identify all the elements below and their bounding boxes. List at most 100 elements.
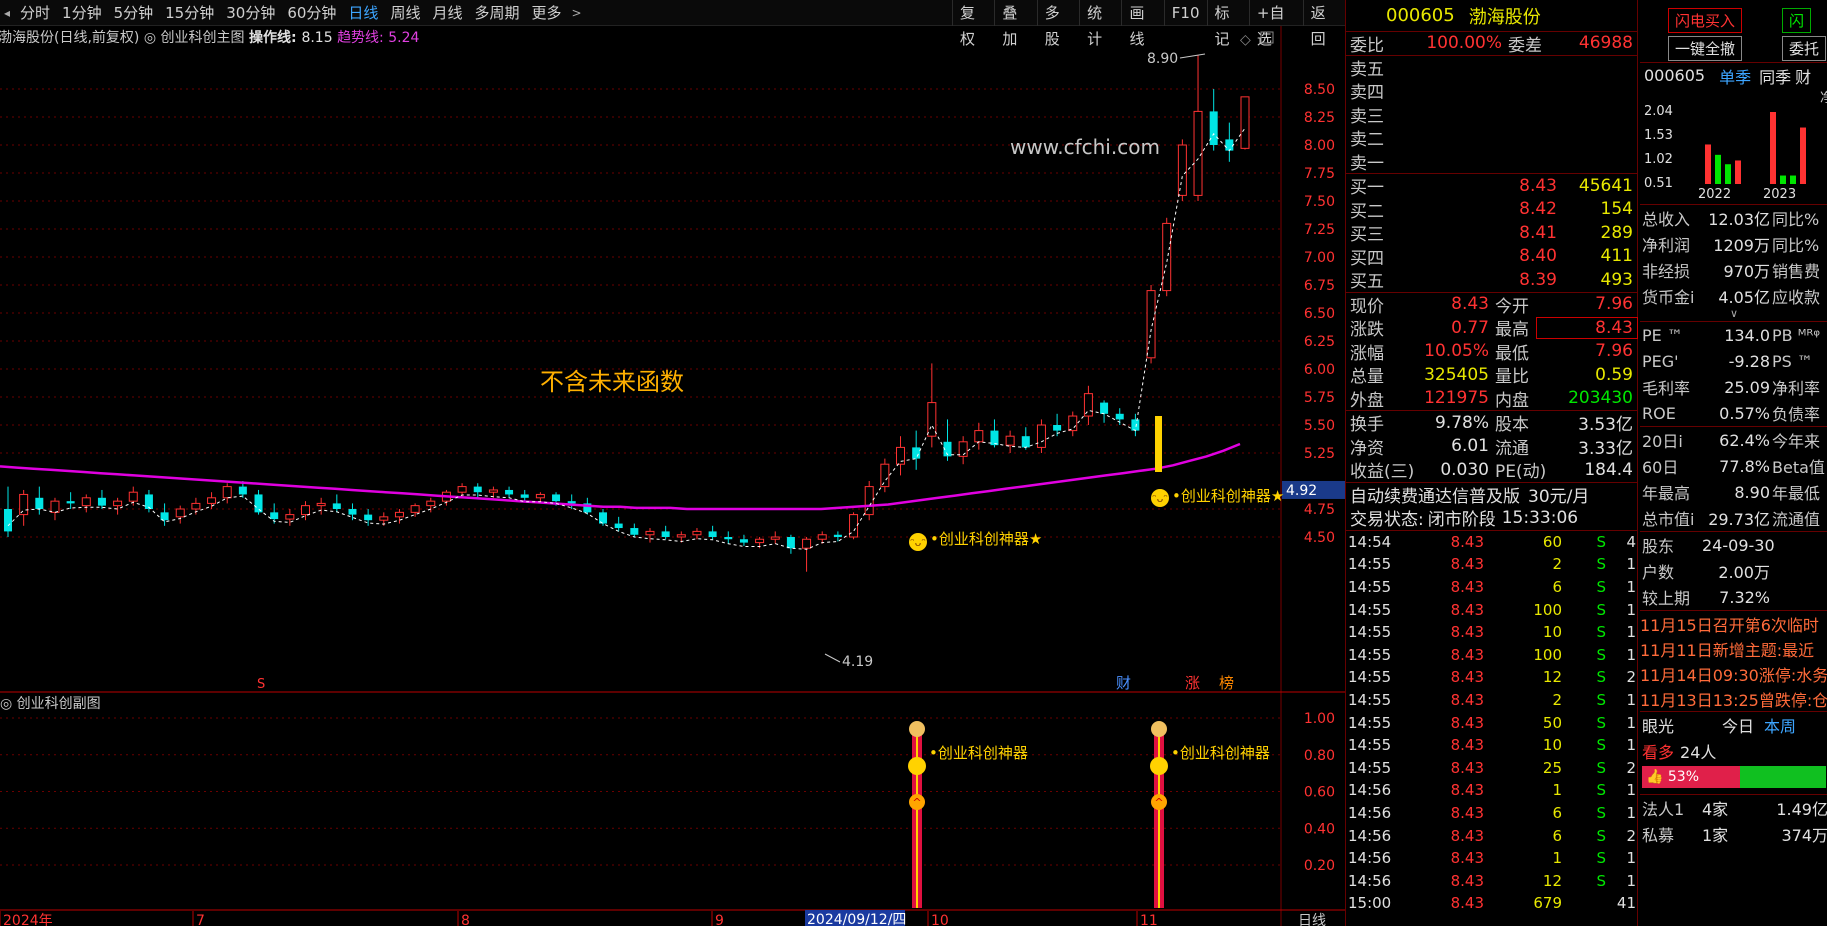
tick-count: 1	[1626, 736, 1636, 755]
period-tab-6[interactable]: 日线	[348, 2, 378, 23]
kline-chart-svg[interactable]: 8.50 8.25 8.00 7.75 7.50 7.25 7.00 6.75 6.50 6.25…	[0, 26, 1345, 926]
toolbar-action-0[interactable]: 复权	[952, 0, 994, 48]
tick-count: 1	[1626, 871, 1636, 890]
price-tick-label: 7.75	[1304, 166, 1335, 182]
stat-value: 8.43	[1451, 294, 1489, 315]
period-tab-7[interactable]: 周线	[390, 2, 420, 23]
period-tab-4[interactable]: 30分钟	[226, 2, 275, 23]
tick-volume: 10	[1542, 623, 1562, 642]
bid-row[interactable]: 买五 8.39 493	[1346, 268, 1637, 293]
promo-text[interactable]: 自动续费通达信普及版	[1350, 482, 1520, 507]
fin3-row: 20日i 62.4% 今年来	[1640, 427, 1827, 453]
event-finance-label[interactable]: 财	[1116, 674, 1131, 692]
ask-row[interactable]: 卖二	[1346, 126, 1637, 150]
this-week-tab[interactable]: 本周	[1764, 713, 1796, 737]
tick-time: 14:56	[1348, 871, 1392, 890]
period-tab-3[interactable]: 15分钟	[165, 2, 214, 23]
ma-tag-value: 4.92	[1286, 483, 1317, 499]
fin1-value: 970万	[1723, 262, 1770, 281]
today-tab[interactable]: 今日	[1722, 713, 1754, 737]
tick-price: 8.43	[1450, 713, 1484, 732]
bid-row[interactable]: 买三 8.41 289	[1346, 221, 1637, 246]
flash-sell-button[interactable]: 闪	[1782, 8, 1812, 33]
toolbar-action-5[interactable]: F10	[1163, 0, 1207, 26]
period-tab-2[interactable]: 5分钟	[114, 2, 154, 23]
price-tick-label: 5.75	[1304, 390, 1335, 406]
news-item[interactable]: 11月14日09:30涨停:水务	[1640, 661, 1827, 686]
toolbar-action-4[interactable]: 画线	[1121, 0, 1163, 48]
event-limitup-label[interactable]: 涨	[1185, 674, 1200, 692]
bullish-count: 24人	[1680, 743, 1717, 762]
price-tick-label: 4.75	[1304, 502, 1335, 518]
tick-side: S	[1596, 623, 1606, 642]
weibi-label: 委比	[1350, 35, 1384, 56]
stat2-value: 6.01	[1451, 436, 1489, 457]
event-board-label[interactable]: 榜	[1219, 674, 1234, 692]
entrust-button[interactable]: 委托	[1782, 36, 1827, 61]
toolbar-action-3[interactable]: 统计	[1079, 0, 1121, 48]
xaxis-label: 2024年	[3, 913, 53, 926]
fin1-value: 4.05亿	[1718, 288, 1770, 307]
candle-body	[770, 536, 780, 540]
more-arrow-icon[interactable]: >	[568, 6, 586, 20]
cancel-all-button[interactable]: 一键全撤	[1668, 36, 1743, 61]
ask-row[interactable]: 卖五	[1346, 56, 1637, 80]
diamond-icon[interactable]: ◇	[1240, 32, 1251, 48]
flash-buy-button[interactable]: 闪电买入	[1668, 8, 1743, 33]
news-item[interactable]: 11月11日新增主题:最近	[1640, 636, 1827, 661]
tick-time: 14:55	[1348, 736, 1392, 755]
period-tab-5[interactable]: 60分钟	[287, 2, 336, 23]
period-tab-10[interactable]: 更多	[531, 2, 561, 23]
fin3-label: 20日i	[1642, 432, 1683, 451]
candle-body	[912, 447, 921, 459]
period-tab-9[interactable]: 多周期	[474, 2, 519, 23]
promo-price[interactable]: 30元/月	[1528, 482, 1589, 507]
bid-row[interactable]: 买一 8.43 45641	[1346, 174, 1637, 199]
bid-row[interactable]: 买二 8.42 154	[1346, 198, 1637, 222]
candle-body	[755, 538, 765, 544]
fin1-label: 非经损	[1642, 262, 1691, 281]
ask-row[interactable]: 卖一	[1346, 150, 1637, 174]
stat2-label: 换手	[1350, 415, 1384, 436]
period-tab-0[interactable]: 分时	[20, 2, 50, 23]
candle-body	[301, 505, 311, 516]
expand-chevron-icon[interactable]: ∨	[1640, 308, 1827, 321]
bullish-row: 看多 24人	[1640, 738, 1827, 764]
news-item[interactable]: 11月15日召开第6次临时	[1640, 611, 1827, 636]
tick-volume: 2	[1552, 690, 1562, 709]
candle-body	[50, 500, 60, 513]
promo-row[interactable]: 自动续费通达信普及版 30元/月	[1346, 483, 1637, 507]
tick-count: 1	[1626, 803, 1636, 822]
candle-body	[35, 497, 44, 509]
tick-side: S	[1596, 736, 1606, 755]
bid-row[interactable]: 买四 8.40 411	[1346, 245, 1637, 269]
tab-same-quarter[interactable]: 同季	[1759, 64, 1791, 88]
toolbar-collapse-icon[interactable]: ◂	[0, 6, 14, 20]
tick-volume: 2	[1552, 555, 1562, 574]
window-toggle-icon[interactable]	[1260, 31, 1274, 44]
toolbar-action-7[interactable]: +自选	[1248, 0, 1303, 48]
period-tab-8[interactable]: 月线	[432, 2, 462, 23]
ask-row[interactable]: 卖三	[1346, 103, 1637, 127]
tick-time: 14:55	[1348, 645, 1392, 664]
toolbar-action-1[interactable]: 叠加	[994, 0, 1036, 48]
news-item[interactable]: 11月13日13:25曾跌停:仓	[1640, 686, 1827, 711]
toolbar-action-2[interactable]: 多股	[1036, 0, 1079, 48]
stat-value: 7.96	[1595, 294, 1633, 315]
candle-body	[1021, 436, 1030, 448]
fin1-row: 净利润 1209万 同比%	[1640, 231, 1827, 257]
tab-single-quarter[interactable]: 单季	[1719, 64, 1751, 88]
ask-row[interactable]: 卖四	[1346, 79, 1637, 103]
tab-more[interactable]: 财	[1795, 64, 1811, 88]
tick-price: 8.43	[1450, 690, 1484, 709]
kline-chart-area[interactable]: 8.50 8.25 8.00 7.75 7.50 7.25 7.00 6.75 6.50 6.25…	[0, 26, 1345, 926]
toolbar-action-8[interactable]: 返回	[1302, 0, 1345, 48]
candle-body	[1240, 96, 1250, 149]
bid-label: 买三	[1350, 225, 1384, 246]
xaxis-period[interactable]: 日线	[1298, 913, 1326, 926]
profit-bar	[1770, 112, 1776, 184]
tick-row: 14:56 8.43 6 S 2	[1346, 824, 1637, 847]
period-tab-1[interactable]: 1分钟	[62, 2, 102, 23]
stat-label: 最高	[1495, 320, 1529, 341]
toolbar-action-6[interactable]: 标记	[1206, 0, 1249, 48]
